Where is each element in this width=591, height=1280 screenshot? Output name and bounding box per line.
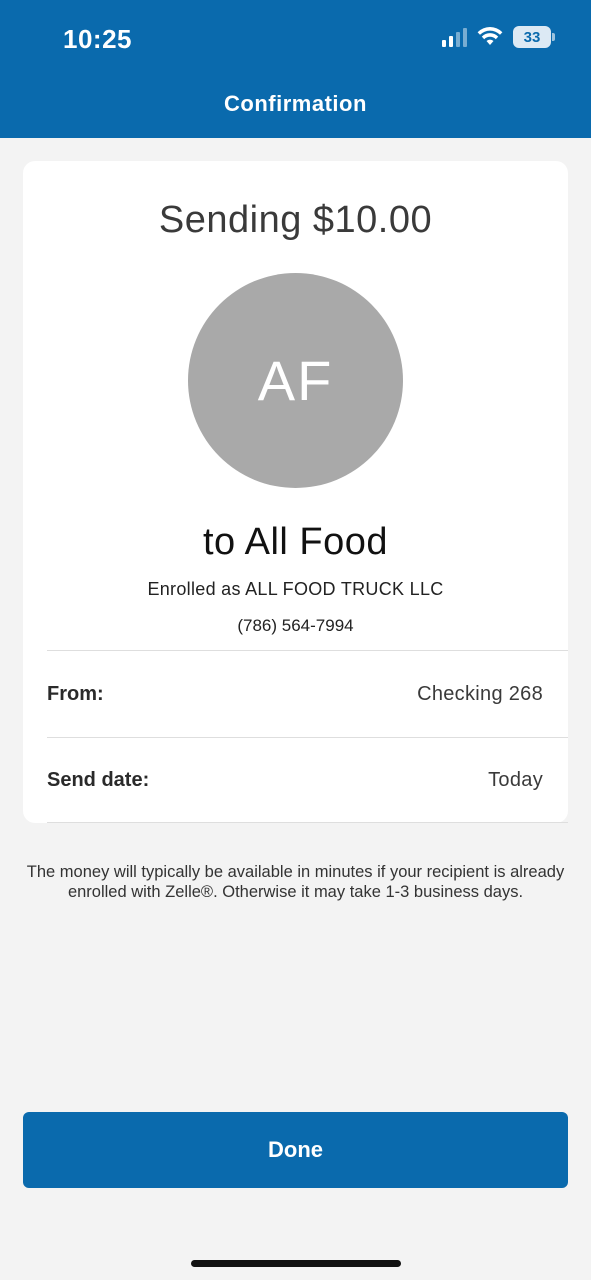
divider	[47, 737, 568, 738]
enrolled-as: Enrolled as ALL FOOD TRUCK LLC	[147, 579, 444, 599]
divider	[47, 650, 568, 651]
done-button[interactable]: Done	[23, 1112, 568, 1188]
wifi-icon	[477, 27, 503, 45]
sending-amount: Sending $10.00	[158, 199, 433, 241]
recipient-phone: (786) 564-7994	[237, 616, 354, 635]
from-label: From:	[47, 683, 104, 705]
page-title: Confirmation	[224, 91, 367, 116]
send-date-label: Send date:	[47, 769, 150, 791]
avatar-initials: AF	[257, 349, 334, 412]
home-indicator	[191, 1260, 401, 1267]
cellular-signal-icon	[442, 27, 467, 47]
status-time: 10:25	[63, 24, 132, 54]
recipient-name: to All Food	[202, 521, 389, 563]
header-bar: 10:25 33 Confirmation	[0, 0, 591, 138]
from-account: Checking 268	[417, 683, 543, 705]
battery-icon: 33	[513, 26, 555, 48]
send-date-value: Today	[488, 769, 543, 791]
confirmation-card: Sending $10.00 AF to All Food Enrolled a…	[23, 161, 568, 823]
recipient-avatar: AF	[188, 273, 403, 488]
divider	[47, 822, 568, 823]
status-icons: 33	[442, 26, 555, 48]
availability-note: The money will typically be available in…	[26, 863, 565, 901]
